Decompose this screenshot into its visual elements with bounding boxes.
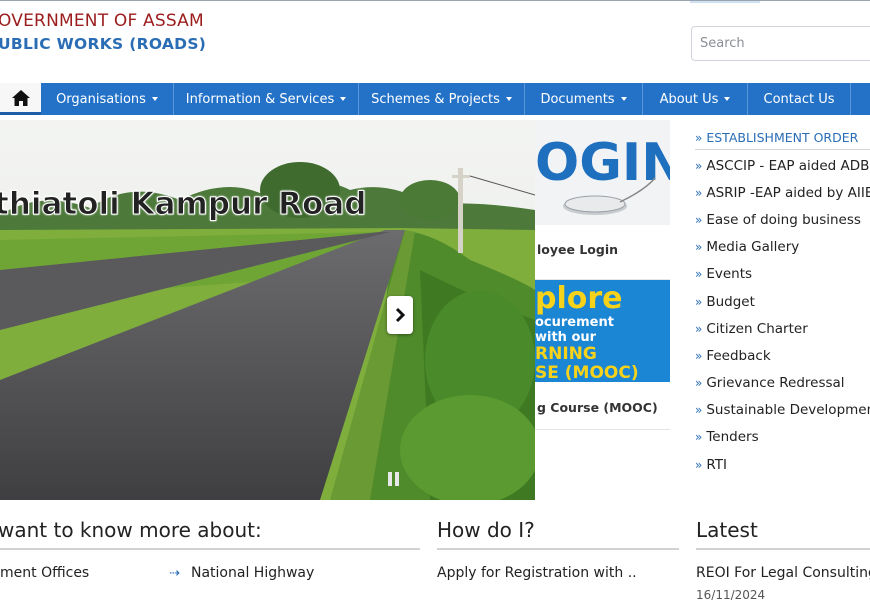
latest-item-date: 16/11/2024 xyxy=(696,588,766,600)
hero-slider: thiatoli Kampur Road xyxy=(0,120,535,500)
chevron-right-icon: » xyxy=(695,321,703,336)
list-item[interactable]: » Tenders xyxy=(695,424,870,451)
chevron-right-icon: » xyxy=(695,240,703,255)
chevron-right-icon: » xyxy=(695,403,703,418)
know-more-link[interactable]: National Highway xyxy=(191,565,314,581)
mooc-image: plore ocurement with our RNING SE (MOOC) xyxy=(535,280,670,382)
list-item[interactable]: » Ease of doing business xyxy=(695,206,870,233)
caret-down-icon xyxy=(505,97,512,101)
list-item[interactable]: » Citizen Charter xyxy=(695,315,870,342)
how-do-i-title: How do I? xyxy=(437,518,535,542)
top-accent-line xyxy=(690,1,760,3)
chevron-right-icon: » xyxy=(695,376,703,391)
chevron-right-icon xyxy=(395,307,406,323)
mooc-line-5: SE (MOOC) xyxy=(535,363,639,382)
chevron-right-icon: » xyxy=(695,294,703,309)
chevron-right-icon: » xyxy=(695,212,703,227)
list-item[interactable]: » RTI xyxy=(695,451,870,478)
mooc-line-4: RNING xyxy=(535,344,597,364)
slide-caption: thiatoli Kampur Road xyxy=(0,186,367,223)
employee-login-label: loyee Login xyxy=(537,242,619,257)
employee-login-card[interactable]: OGIN loyee Login xyxy=(535,120,670,280)
nav-home[interactable] xyxy=(0,83,41,115)
org-name-line2: UBLIC WORKS (ROADS) xyxy=(0,35,207,53)
slider-pause-button[interactable] xyxy=(388,472,400,486)
list-item[interactable]: » ASRIP -EAP aided by AIIB xyxy=(695,179,870,206)
list-item-label: Ease of doing business xyxy=(706,211,861,228)
list-item-label: ESTABLISHMENT ORDER xyxy=(706,130,859,145)
chevron-right-icon: » xyxy=(695,130,703,145)
nav-label: About Us xyxy=(659,91,719,107)
list-item[interactable]: » ASCCIP - EAP aided ADB xyxy=(695,152,870,179)
mooc-line-3: with our xyxy=(535,330,597,345)
latest-title: Latest xyxy=(696,518,758,542)
list-item[interactable]: » Sustainable Development xyxy=(695,397,870,424)
know-more-link[interactable]: ment Offices xyxy=(0,565,89,581)
list-item[interactable]: » Events xyxy=(695,261,870,288)
arrow-right-icon: ⇢ xyxy=(169,566,180,581)
latest-divider xyxy=(696,548,870,550)
nav-label: Contact Us xyxy=(763,91,835,107)
nav-label: Information & Services xyxy=(185,91,335,107)
caret-down-icon xyxy=(340,97,347,101)
login-graphic: OGIN xyxy=(535,120,670,225)
chevron-right-icon: » xyxy=(695,457,703,472)
chevron-right-icon: » xyxy=(695,185,703,200)
quick-links-list: » ESTABLISHMENT ORDER » ASCCIP - EAP aided… xyxy=(695,126,870,478)
list-item[interactable]: » ESTABLISHMENT ORDER xyxy=(695,126,870,150)
list-item-label: RTI xyxy=(706,456,727,473)
list-item[interactable]: » Feedback xyxy=(695,342,870,369)
list-item-label: ASRIP -EAP aided by AIIB xyxy=(706,184,870,201)
list-item-label: Grievance Redressal xyxy=(706,375,845,392)
chevron-right-icon: » xyxy=(695,267,703,282)
search-input[interactable] xyxy=(691,26,870,61)
list-item[interactable]: » Budget xyxy=(695,288,870,315)
list-item-label: Feedback xyxy=(706,347,771,364)
mooc-graphic: plore ocurement with our RNING SE (MOOC) xyxy=(535,280,670,382)
nav-label: Organisations xyxy=(56,91,146,107)
mooc-label: g Course (MOOC) xyxy=(537,400,658,415)
know-more-divider xyxy=(0,548,420,550)
mooc-card[interactable]: plore ocurement with our RNING SE (MOOC)… xyxy=(535,280,670,430)
list-item-label: Media Gallery xyxy=(706,239,800,256)
chevron-right-icon: » xyxy=(695,430,703,445)
caret-down-icon xyxy=(151,97,158,101)
site-header: OVERNMENT OF ASSAM UBLIC WORKS (ROADS) xyxy=(0,0,870,83)
road-photo xyxy=(0,120,535,500)
caret-down-icon xyxy=(724,97,731,101)
caret-down-icon xyxy=(620,97,627,101)
pause-icon xyxy=(388,472,392,486)
pause-icon-bar xyxy=(395,472,399,486)
list-item-label: Citizen Charter xyxy=(706,320,808,337)
nav-documents[interactable]: Documents xyxy=(525,83,643,115)
login-image: OGIN xyxy=(535,120,670,225)
nav-schemes-projects[interactable]: Schemes & Projects xyxy=(359,83,525,115)
mooc-line-2: ocurement xyxy=(535,315,614,330)
nav-label: Schemes & Projects xyxy=(371,91,500,107)
org-name-line1: OVERNMENT OF ASSAM xyxy=(0,11,204,31)
main-nav: Organisations Information & Services Sch… xyxy=(0,83,870,115)
list-item-label: Budget xyxy=(706,293,755,310)
chevron-right-icon: » xyxy=(695,348,703,363)
nav-label: Documents xyxy=(540,91,615,107)
how-do-i-divider xyxy=(437,548,679,550)
list-item[interactable]: » Grievance Redressal xyxy=(695,370,870,397)
nav-contact-us[interactable]: Contact Us xyxy=(748,83,851,115)
list-item[interactable]: » Media Gallery xyxy=(695,234,870,261)
list-item-label: Events xyxy=(706,266,753,283)
chevron-right-icon: » xyxy=(695,158,703,173)
home-icon xyxy=(11,89,30,106)
nav-about-us[interactable]: About Us xyxy=(643,83,748,115)
slider-next-button[interactable] xyxy=(387,296,413,334)
nav-organisations[interactable]: Organisations xyxy=(41,83,174,115)
know-more-title: want to know more about: xyxy=(0,518,262,542)
list-item-label: Sustainable Development xyxy=(706,402,870,419)
list-item-label: ASCCIP - EAP aided ADB xyxy=(706,157,870,174)
how-do-i-link[interactable]: Apply for Registration with .. xyxy=(437,565,637,581)
nav-information-services[interactable]: Information & Services xyxy=(174,83,359,115)
mooc-line-1: plore xyxy=(535,281,623,316)
latest-item[interactable]: REOI For Legal Consulting xyxy=(696,565,870,581)
list-item-label: Tenders xyxy=(706,429,759,446)
